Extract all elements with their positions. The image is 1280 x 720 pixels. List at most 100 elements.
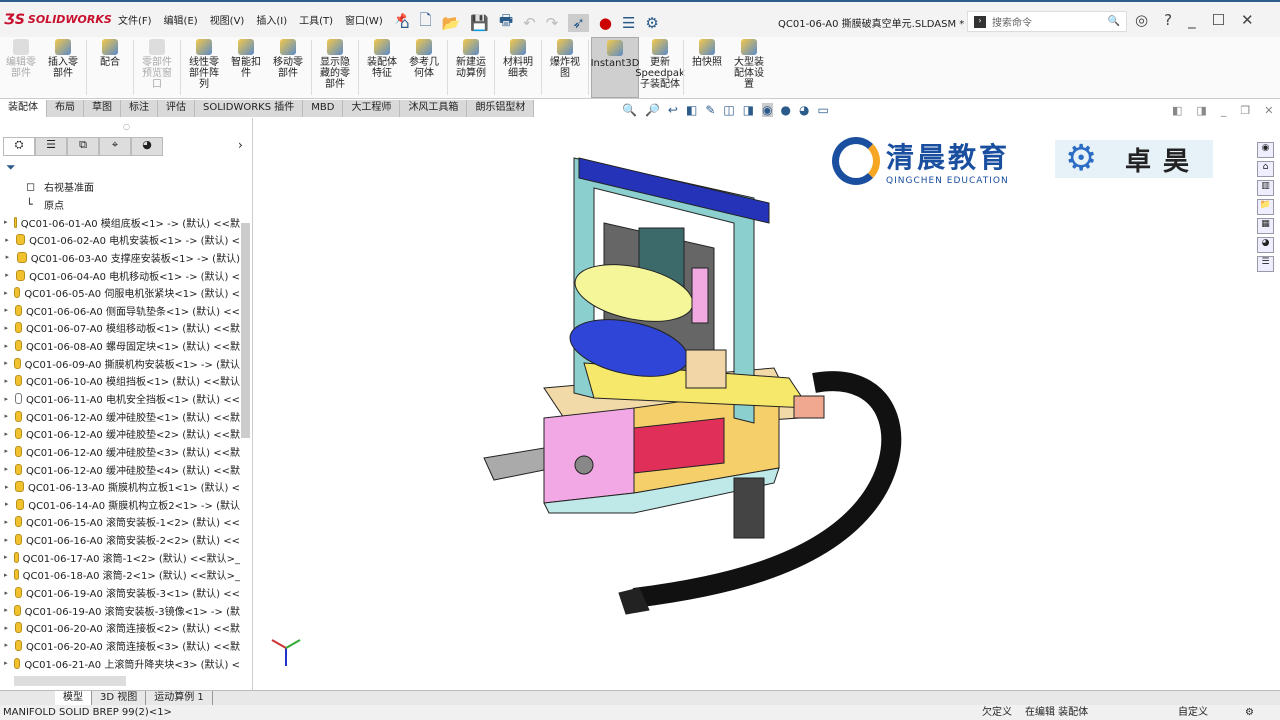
dimxpert-manager-tab[interactable]: ⌖ [99,137,131,156]
ribbon-button[interactable]: Instant3D [591,37,639,98]
bottom-tab[interactable]: 3D 视图 [92,691,147,705]
ribbon-button[interactable]: 移动零部件 [267,37,309,98]
close-button[interactable]: ✕ [1241,11,1254,29]
tab-scroll-arrows[interactable] [0,691,55,705]
solidworks-logo[interactable]: ƷS SOLIDWORKS [4,12,112,28]
expand-arrow-icon[interactable]: ▸ [0,395,9,403]
expand-arrow-icon[interactable]: ▸ [0,412,9,420]
ribbon-button[interactable]: 新建运动算例 [450,37,492,98]
tree-item[interactable]: ▸ QC01-06-18-A0 滚筒-2<1> (默认) <<默认>_ [0,566,240,584]
tree-item[interactable]: ▸ QC01-06-20-A0 滚筒连接板<3> (默认) <<默 [0,637,240,655]
tree-item[interactable]: ▸ QC01-06-16-A0 滚筒安装板-2<2> (默认) << [0,531,240,549]
print-icon[interactable]: 🖶 [499,10,513,35]
options-gear-icon[interactable]: ⚙ [645,14,658,32]
tree-item[interactable]: ▸ QC01-06-14-A0 撕膜机构立板2<1> -> (默认 [0,496,240,514]
menu-item[interactable]: 工具(T) [299,12,333,27]
3d-model-viewport[interactable] [254,118,1254,690]
ribbon-button[interactable]: 配合 [89,37,131,98]
menu-item[interactable]: 文件(F) [118,12,152,27]
select-icon[interactable]: ➶ [568,13,589,32]
tile-right-icon[interactable]: ◨ [1196,104,1206,117]
tree-item[interactable]: ▸ QC01-06-04-A0 电机移动板<1> -> (默认) < [0,266,240,284]
tree-item[interactable]: ▸ QC01-06-12-A0 缓冲硅胶垫<4> (默认) <<默 [0,460,240,478]
previous-view-icon[interactable]: ↩ [668,103,678,117]
ribbon-button[interactable]: 大型装配体设置 [728,37,770,98]
ribbon-button[interactable]: 智能扣件 [225,37,267,98]
viewport-restore-button[interactable]: ❐ [1240,104,1250,117]
tree-item[interactable]: ▸ QC01-06-12-A0 缓冲硅胶垫<1> (默认) <<默 [0,407,240,425]
expand-arrow-icon[interactable]: ▸ [0,465,9,473]
expand-arrow-icon[interactable]: ▸ [0,342,9,350]
expand-arrow-icon[interactable]: ▸ [0,606,8,614]
expand-arrow-icon[interactable]: ▸ [0,447,9,455]
tree-item[interactable]: ▸ QC01-06-05-A0 伺服电机张紧块<1> (默认) < [0,284,240,302]
dynamic-annotation-icon[interactable]: ✎ [705,103,715,117]
design-library-icon[interactable]: ▥ [1257,180,1274,196]
expand-arrow-icon[interactable]: ▸ [0,377,9,385]
tree-item[interactable]: └ 原点 [0,196,240,214]
open-icon[interactable]: 📂 [442,14,461,32]
tab[interactable]: 标注 [121,100,158,117]
tab[interactable]: MBD [303,100,344,117]
home-pane-icon[interactable]: ⌂ [1257,161,1274,177]
tree-item[interactable]: ▸ QC01-06-02-A0 电机安装板<1> -> (默认) < [0,231,240,249]
new-document-icon[interactable]: 🗋 [420,10,432,35]
ribbon-button[interactable]: 编辑零部件 [0,37,42,98]
expand-arrow-icon[interactable]: ▸ [0,236,10,244]
maximize-button[interactable]: ☐ [1212,11,1225,29]
display-style-icon[interactable]: ◨ [743,103,754,117]
tab[interactable]: 装配体 [0,100,47,117]
expand-arrow-icon[interactable]: ▸ [0,359,8,367]
tree-item[interactable]: ▸ QC01-06-19-A0 滚筒安装板-3<1> (默认) << [0,584,240,602]
tree-item[interactable]: ▸ QC01-06-11-A0 电机安全挡板<1> (默认) << [0,390,240,408]
bottom-tab[interactable]: 模型 [55,691,92,705]
menu-item[interactable]: 编辑(E) [164,12,198,27]
expand-arrow-icon[interactable]: ▸ [0,518,9,526]
ribbon-button[interactable]: 装配体特征 [361,37,403,98]
ribbon-button[interactable]: 插入零部件 [42,37,84,98]
expand-arrow-icon[interactable]: ▸ [0,253,11,261]
home-icon[interactable]: ⌂ [400,14,410,32]
viewport-close-button[interactable]: ✕ [1264,104,1273,117]
tree-item[interactable]: ▸ QC01-06-20-A0 滚筒连接板<2> (默认) <<默 [0,619,240,637]
tree-item[interactable]: ▸ QC01-06-13-A0 撕膜机构立板1<1> (默认) < [0,478,240,496]
expand-arrow-icon[interactable]: ▸ [0,306,9,314]
viewport-minimize-button[interactable]: _ [1221,104,1227,117]
ribbon-button[interactable]: 材料明细表 [497,37,539,98]
tree-item[interactable]: ▸ QC01-06-01-A0 模组底板<1> -> (默认) <<默 [0,213,240,231]
tree-item[interactable]: ▸ QC01-06-08-A0 螺母固定块<1> (默认) <<默 [0,337,240,355]
tree-item[interactable]: ▸ QC01-06-12-A0 缓冲硅胶垫<3> (默认) <<默 [0,443,240,461]
configuration-manager-tab[interactable]: ⧉ [67,137,99,156]
tab[interactable]: 草图 [84,100,121,117]
rebuild-status-icon[interactable]: ⚙ [1245,705,1254,720]
expand-arrow-icon[interactable]: ▸ [0,589,9,597]
ribbon-button[interactable]: 爆炸视图 [544,37,586,98]
bottom-tab[interactable]: 运动算例 1 [146,691,213,705]
ribbon-button[interactable]: 拍快照 [686,37,728,98]
tab[interactable]: SOLIDWORKS 插件 [195,100,304,117]
menu-item[interactable]: 视图(V) [210,12,245,27]
tree-item[interactable]: ▸ QC01-06-06-A0 侧面导轨垫条<1> (默认) << [0,301,240,319]
appearances-icon[interactable]: ◕ [1257,237,1274,253]
tree-item[interactable]: ▸ QC01-06-07-A0 模组移动板<1> (默认) <<默 [0,319,240,337]
search-input[interactable]: › 搜索命令 🔍 [967,11,1127,32]
custom-properties-icon[interactable]: ☰ [1257,256,1274,272]
ribbon-button[interactable]: 更新Speedpak子装配体 [635,37,685,98]
expand-arrow-icon[interactable]: ▸ [0,289,8,297]
menu-item[interactable]: 窗口(W) [345,12,383,27]
menu-item[interactable]: 插入(I) [256,12,287,27]
units-selector[interactable]: 自定义 [1178,705,1208,720]
expand-arrow-icon[interactable]: ▸ [0,571,8,579]
expand-arrow-icon[interactable]: ▸ [0,641,9,649]
tree-item[interactable]: ▸ QC01-06-10-A0 模组挡板<1> (默认) <<默认 [0,372,240,390]
tree-vertical-scrollbar[interactable] [241,178,250,678]
user-icon[interactable]: ◎ [1135,11,1148,29]
expand-arrow-icon[interactable]: ▸ [0,271,10,279]
property-manager-tab[interactable]: ☰ [35,137,67,156]
file-properties-icon[interactable]: ☰ [622,14,635,32]
tab[interactable]: 评估 [158,100,195,117]
ribbon-button[interactable]: 显示隐藏的零部件 [314,37,356,98]
zoom-area-icon[interactable]: 🔎 [645,103,660,117]
expand-arrow-icon[interactable]: ▸ [0,324,9,332]
search-icon[interactable]: 🔍 [1108,16,1120,27]
